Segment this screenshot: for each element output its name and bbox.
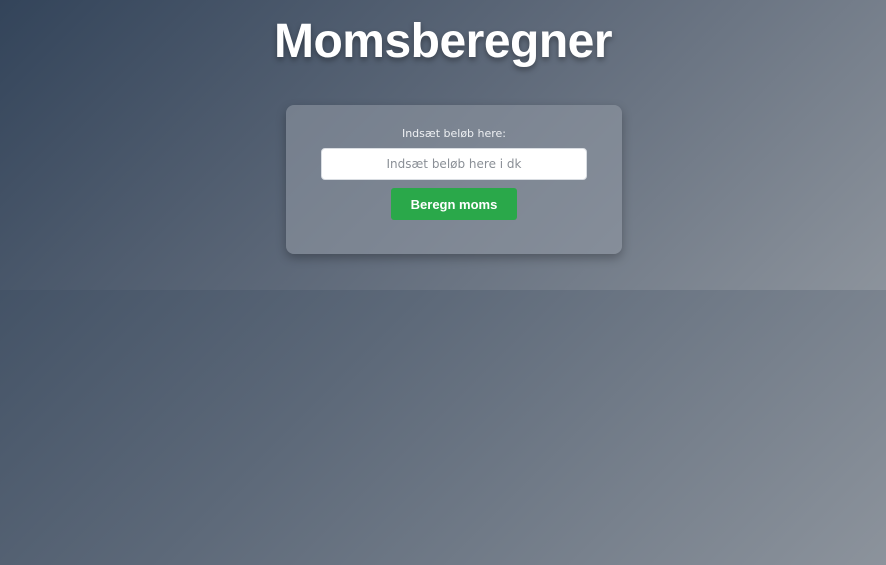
page-title: Momsberegner	[273, 15, 613, 68]
vat-calculator-card: Indsæt beløb here: Beregn moms	[286, 105, 622, 254]
amount-input[interactable]	[321, 148, 587, 180]
hero-section: Momsberegner Indsæt beløb here: Beregn m…	[0, 0, 886, 290]
amount-label: Indsæt beløb here:	[401, 127, 507, 140]
calculate-vat-button[interactable]: Beregn moms	[391, 188, 517, 220]
